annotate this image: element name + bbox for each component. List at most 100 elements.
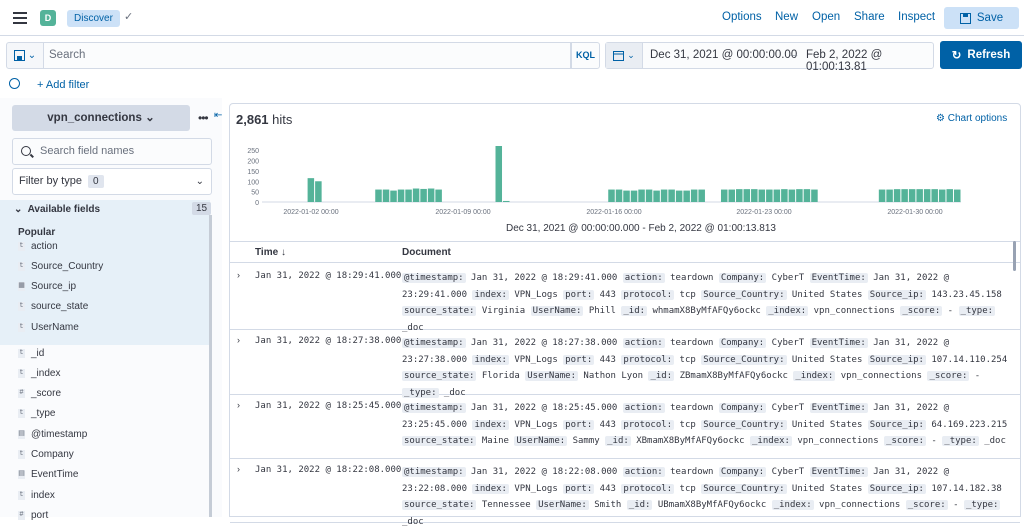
- histogram-bar[interactable]: [751, 189, 758, 202]
- breadcrumb-discover[interactable]: Discover: [67, 10, 120, 27]
- saved-query-button[interactable]: ⌄: [6, 42, 44, 69]
- inspect-link[interactable]: Inspect: [898, 11, 935, 23]
- filter-by-type-button[interactable]: Filter by type 0 ⌄: [12, 168, 212, 195]
- kql-toggle[interactable]: KQL: [571, 42, 600, 69]
- histogram-bar[interactable]: [608, 189, 615, 202]
- chart-options-button[interactable]: ⚙ Chart options: [936, 113, 1007, 124]
- field-item--type[interactable]: t _type: [18, 407, 55, 421]
- histogram-bar[interactable]: [811, 189, 818, 202]
- save-button[interactable]: Save: [944, 7, 1019, 29]
- expand-row-icon[interactable]: ›: [237, 400, 240, 410]
- open-link[interactable]: Open: [812, 11, 840, 23]
- histogram-bar[interactable]: [758, 189, 766, 202]
- calendar-button[interactable]: ⌄: [606, 43, 643, 68]
- sidebar-scrollbar[interactable]: [209, 215, 212, 517]
- search-input[interactable]: Search: [44, 42, 571, 69]
- histogram-bar[interactable]: [953, 189, 961, 202]
- date-end[interactable]: Feb 2, 2022 @ 01:00:13.81: [806, 49, 933, 73]
- table-row[interactable]: › Jan 31, 2022 @ 18:25:45.000 @timestamp: …: [230, 395, 1020, 459]
- histogram-bar[interactable]: [728, 189, 736, 202]
- histogram-bar[interactable]: [946, 189, 953, 202]
- histogram-bar[interactable]: [315, 181, 322, 202]
- histogram-bar[interactable]: [615, 189, 623, 202]
- menu-icon[interactable]: [13, 12, 27, 24]
- collapse-sidebar-icon[interactable]: ⇤: [214, 110, 222, 121]
- filter-menu-icon[interactable]: [9, 78, 20, 89]
- add-filter-link[interactable]: + Add filter: [37, 79, 89, 91]
- expand-row-icon[interactable]: ›: [237, 464, 240, 474]
- histogram-bar[interactable]: [645, 189, 653, 202]
- histogram-bar[interactable]: [893, 189, 901, 202]
- histogram-bar[interactable]: [803, 189, 811, 202]
- histogram-bar[interactable]: [781, 189, 788, 202]
- histogram-bar[interactable]: [382, 189, 390, 202]
- table-row[interactable]: › Jan 31, 2022 @ 18:22:08.000 @timestamp: …: [230, 459, 1020, 527]
- histogram-bar[interactable]: [690, 189, 698, 202]
- histogram-bar[interactable]: [660, 189, 668, 202]
- histogram-bar[interactable]: [886, 189, 893, 202]
- histogram-bar[interactable]: [878, 189, 886, 202]
- field-item-source-country[interactable]: t Source_Country: [18, 259, 103, 273]
- field-item-username[interactable]: t UserName: [18, 320, 79, 334]
- field-item-eventtime[interactable]: ▤ EventTime: [18, 468, 78, 482]
- field-item--index[interactable]: t _index: [18, 366, 60, 380]
- share-link[interactable]: Share: [854, 11, 885, 23]
- hits-histogram[interactable]: 250 200 150 100 50 0 2022-01-02 00:00 2022-01-0…: [236, 142, 966, 222]
- histogram-bar[interactable]: [675, 190, 683, 202]
- histogram-bar[interactable]: [766, 189, 773, 202]
- histogram-bar[interactable]: [427, 188, 435, 202]
- histogram-bar[interactable]: [908, 189, 916, 202]
- table-scrollbar[interactable]: [1013, 241, 1016, 271]
- date-start[interactable]: Dec 31, 2021 @ 00:00:00.00: [650, 49, 797, 61]
- histogram-bar[interactable]: [796, 189, 803, 202]
- histogram-bar[interactable]: [405, 189, 412, 202]
- date-picker[interactable]: ⌄ Dec 31, 2021 @ 00:00:00.00 → Feb 2, 20…: [605, 42, 934, 73]
- histogram-bar[interactable]: [630, 190, 638, 202]
- histogram-bar[interactable]: [307, 178, 315, 202]
- field-item-action[interactable]: t action: [18, 239, 58, 253]
- field-item--id[interactable]: t _id: [18, 346, 44, 360]
- histogram-bar[interactable]: [773, 189, 781, 202]
- histogram-bar[interactable]: [420, 188, 427, 202]
- more-options-icon[interactable]: •••: [198, 111, 209, 125]
- field-search-input[interactable]: Search field names: [12, 138, 212, 165]
- histogram-bar[interactable]: [736, 189, 743, 202]
- histogram-bar[interactable]: [931, 189, 938, 202]
- table-row[interactable]: › Jan 31, 2022 @ 18:29:41.000 @timestamp: …: [230, 265, 1020, 333]
- histogram-bar[interactable]: [938, 189, 946, 202]
- refresh-button[interactable]: ↻ Refresh: [940, 41, 1022, 69]
- histogram-bar[interactable]: [412, 188, 420, 202]
- histogram-bar[interactable]: [683, 190, 690, 202]
- histogram-bar[interactable]: [720, 189, 728, 202]
- histogram-bar[interactable]: [923, 189, 931, 202]
- histogram-bar[interactable]: [698, 189, 705, 202]
- histogram-bar[interactable]: [495, 146, 503, 202]
- index-pattern-selector[interactable]: vpn_connections ⌄: [12, 105, 190, 131]
- histogram-bar[interactable]: [668, 189, 675, 202]
- histogram-bar[interactable]: [397, 189, 405, 202]
- histogram-bar[interactable]: [390, 190, 397, 202]
- histogram-bar[interactable]: [743, 189, 751, 202]
- field-item--score[interactable]: # _score: [18, 387, 61, 401]
- expand-row-icon[interactable]: ›: [237, 335, 240, 345]
- histogram-bar[interactable]: [653, 190, 660, 202]
- new-link[interactable]: New: [775, 11, 798, 23]
- histogram-bar[interactable]: [623, 190, 630, 202]
- field-item-company[interactable]: t Company: [18, 448, 74, 462]
- field-item-source-state[interactable]: t source_state: [18, 300, 88, 314]
- space-avatar[interactable]: D: [40, 10, 56, 26]
- histogram-bar[interactable]: [788, 189, 796, 202]
- histogram-bar[interactable]: [638, 189, 645, 202]
- field-item-port[interactable]: # port: [18, 508, 48, 522]
- field-item-index[interactable]: t index: [18, 488, 55, 502]
- histogram-bar[interactable]: [435, 189, 442, 202]
- histogram-bar[interactable]: [901, 189, 908, 202]
- options-link[interactable]: Options: [722, 11, 762, 23]
- histogram-bar[interactable]: [503, 200, 510, 202]
- field-item-source-ip[interactable]: ▦ Source_ip: [18, 280, 76, 294]
- column-time[interactable]: Time ↓: [255, 247, 286, 258]
- histogram-bar[interactable]: [916, 189, 923, 202]
- available-fields-header[interactable]: ⌄ Available fields: [14, 204, 100, 215]
- table-row[interactable]: › Jan 31, 2022 @ 18:27:38.000 @timestamp: …: [230, 330, 1020, 398]
- histogram-bar[interactable]: [375, 189, 382, 202]
